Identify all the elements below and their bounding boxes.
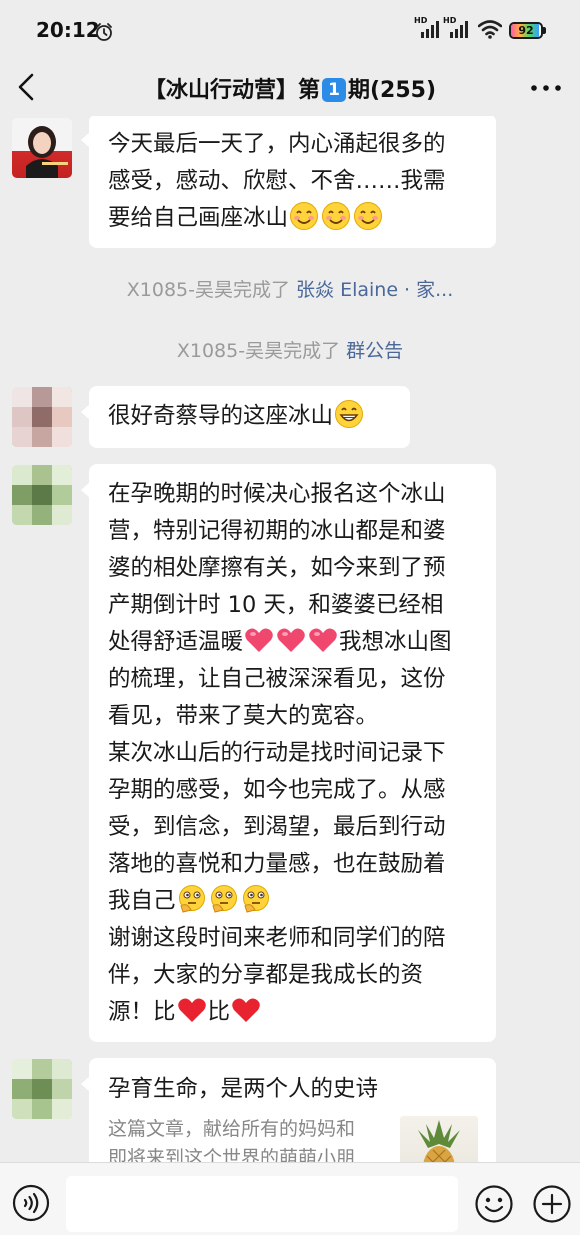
message-line-with-emoji: 要给自己画座冰山: [108, 200, 478, 237]
link-card-title: 孕育生命，是两个人的史诗: [108, 1076, 379, 1102]
more-options-icon[interactable]: [528, 78, 564, 98]
emoji-picker-icon[interactable]: [474, 1184, 514, 1224]
avatar-blurred-image: [12, 387, 72, 447]
red-heart-emoji: [232, 998, 260, 1022]
system-notice: X1085-吴昊完成了 群公告: [0, 336, 580, 363]
message-text-input[interactable]: [66, 1176, 458, 1232]
message-line: 产期倒计时 10 天，和婆婆已经相: [108, 592, 444, 618]
message-line: 比: [207, 999, 231, 1025]
chat-title-prefix: 【冰山行动营】第: [143, 78, 320, 103]
smile-blush-emoji: [354, 202, 383, 230]
thinking-emoji: [178, 885, 205, 913]
thinking-emoji: [242, 885, 269, 913]
grin-emoji: [335, 400, 364, 428]
message-line: 婆的相处摩擦有关，如今来到了预: [108, 555, 446, 581]
system-notice-text: X1085-吴昊完成了: [126, 279, 290, 301]
signal-icon-1: [421, 21, 439, 38]
avatar-portrait: [26, 126, 68, 178]
avatar[interactable]: [12, 465, 72, 525]
issue-number-badge: 1: [321, 78, 346, 102]
message-line: 伴，大家的分享都是我成长的资: [108, 962, 424, 988]
message-line-with-emoji: 我自己: [108, 883, 478, 920]
message-line: 处得舒适温暖: [108, 629, 244, 655]
avatar-blurred-image: [12, 465, 72, 525]
status-bar: 20:12 HD HD 92: [0, 0, 580, 58]
message-line-continuation: 我想冰山图: [339, 629, 452, 655]
avatar[interactable]: [12, 118, 72, 178]
message-line: 受，到信念，到渴望，最后到行动: [108, 814, 446, 840]
message-line: 很好奇蔡导的这座冰山: [108, 403, 334, 429]
message-bubble[interactable]: 很好奇蔡导的这座冰山: [81, 386, 410, 448]
message-line: 我自己: [108, 888, 176, 914]
message-line: 落地的喜悦和力量感，也在鼓励着: [108, 851, 446, 877]
alarm-icon: [96, 23, 112, 41]
pineapple-image: [418, 1120, 460, 1162]
link-card-description: 这篇文章，献给所有的妈妈和 即将来到这个世界的萌萌小朋: [108, 1115, 376, 1162]
system-notice-link[interactable]: 张焱 Elaine · 家...: [296, 279, 453, 301]
message-line: 孕期的感受，如今也完成了。从感: [108, 777, 446, 803]
message-line: 某次冰山后的行动是找时间记录下: [108, 740, 446, 766]
avatar[interactable]: [12, 1059, 72, 1119]
message-line: 要给自己画座冰山: [108, 205, 289, 231]
chat-title-suffix: 期(255): [347, 78, 437, 103]
link-card-thumbnail: [400, 1116, 478, 1162]
message-line-with-emoji: 源！比 比: [108, 994, 478, 1031]
message-line: 源！比: [108, 999, 176, 1025]
signal-icon-2: [450, 21, 468, 38]
plus-more-icon[interactable]: [532, 1184, 572, 1224]
thinking-emoji: [210, 885, 237, 913]
system-notice: X1085-吴昊完成了 张焱 Elaine · 家...: [0, 275, 580, 302]
wifi-icon: [478, 20, 502, 39]
battery-percent: 92: [518, 24, 534, 37]
message-line: 在孕晚期的时候决心报名这个冰山: [108, 481, 446, 507]
message-line: 看见，带来了莫大的宽容。: [108, 703, 379, 729]
red-heart-emoji: [177, 998, 206, 1022]
heart-emoji: [277, 628, 305, 652]
battery-tip: [543, 27, 546, 34]
message-line-with-emoji: 处得舒适温暖 我想冰山图: [108, 624, 478, 661]
message-line: 营，特别记得初期的冰山都是和婆: [108, 518, 446, 544]
chat-input-bar: [0, 1162, 580, 1235]
battery-icon: 92: [509, 22, 543, 39]
smile-blush-emoji: [290, 202, 319, 230]
chat-title: 【冰山行动营】第 1 期(255): [70, 72, 510, 104]
message-line: 的梳理，让自己被深深看见，这份: [108, 666, 446, 692]
chat-message-list[interactable]: 今天最后一天了，内心涌起很多的 感受，感动、欣慰、不舍……我需 要给自己画座冰山…: [0, 116, 580, 1162]
avatar[interactable]: [12, 387, 72, 447]
message-bubble[interactable]: 今天最后一天了，内心涌起很多的 感受，感动、欣慰、不舍……我需 要给自己画座冰山: [81, 116, 496, 248]
link-card-desc-line: 这篇文章，献给所有的妈妈和: [108, 1118, 356, 1140]
message-bubble[interactable]: 在孕晚期的时候决心报名这个冰山 营，特别记得初期的冰山都是和婆 婆的相处摩擦有关…: [81, 464, 496, 1042]
link-card-desc-line: 即将来到这个世界的萌萌小朋: [108, 1147, 356, 1162]
heart-emoji: [309, 628, 337, 652]
clock-time: 20:12: [36, 18, 100, 42]
heart-emoji: [245, 628, 273, 652]
message-line: 感受，感动、欣慰、不舍……我需: [108, 168, 446, 194]
chat-header: 【冰山行动营】第 1 期(255): [0, 58, 580, 116]
message-line: 今天最后一天了，内心涌起很多的: [108, 131, 446, 157]
voice-input-icon[interactable]: [12, 1184, 50, 1222]
system-notice-text: X1085-吴昊完成了: [176, 340, 341, 362]
group-announcement-link[interactable]: 群公告: [346, 340, 403, 362]
avatar-blurred-image: [12, 1059, 72, 1119]
message-line-with-emoji: 很好奇蔡导的这座冰山: [108, 398, 392, 435]
back-arrow-icon[interactable]: [12, 70, 42, 104]
link-card[interactable]: 孕育生命，是两个人的史诗 这篇文章，献给所有的妈妈和 即将来到这个世界的萌萌小朋: [81, 1058, 496, 1162]
smile-blush-emoji: [322, 202, 351, 230]
message-line: 谢谢这段时间来老师和同学们的陪: [108, 925, 446, 951]
